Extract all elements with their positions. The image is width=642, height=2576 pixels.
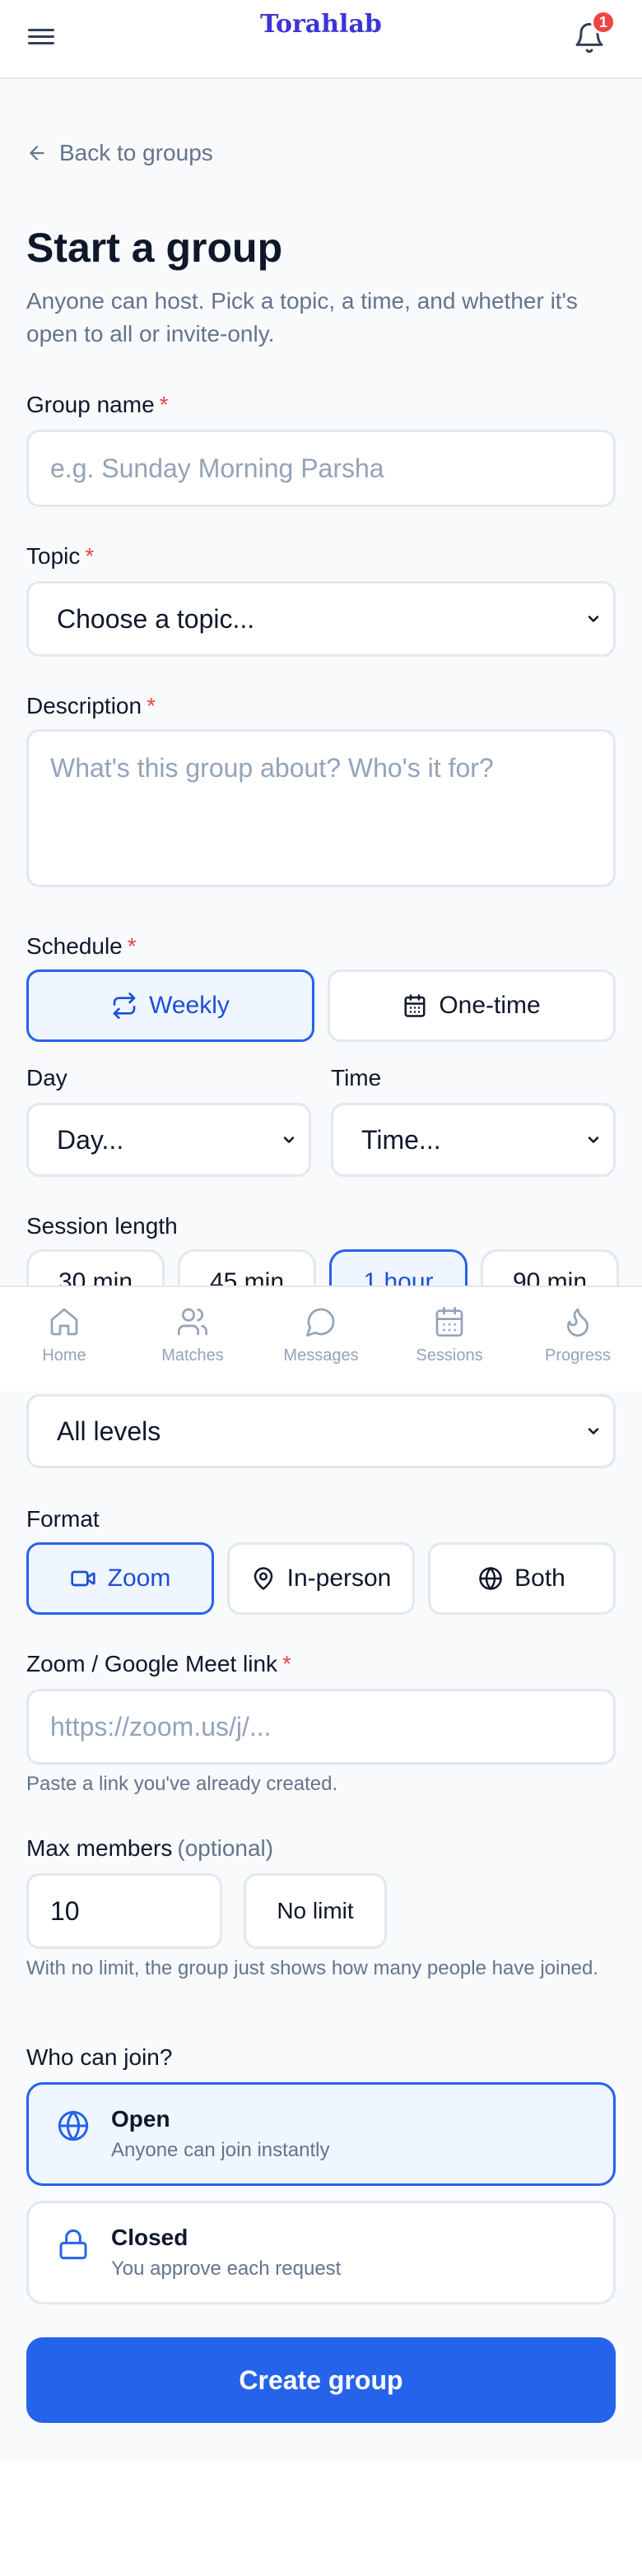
page-subtitle: Anyone can host. Pick a topic, a time, a… — [26, 288, 578, 346]
time-selected-value: Time... — [361, 1124, 441, 1155]
calendar-icon — [435, 1307, 463, 1337]
tab-progress[interactable]: Progress — [514, 1305, 642, 1365]
description-textarea[interactable]: What's this group about? Who's it for? — [26, 729, 616, 887]
format-both-button[interactable]: Both — [428, 1542, 616, 1615]
tab-progress-label: Progress — [544, 1346, 612, 1365]
level-selected-value: All levels — [57, 1416, 161, 1446]
format-in-person-button[interactable]: In-person — [227, 1542, 415, 1615]
schedule-one-time-label: One-time — [439, 992, 541, 1019]
back-to-groups-link[interactable]: Back to groups — [26, 140, 213, 166]
chevron-down-icon — [588, 1428, 599, 1434]
map-pin-icon — [254, 1567, 272, 1590]
format-both-label: Both — [514, 1565, 565, 1592]
topic-select[interactable]: Choose a topic... — [26, 581, 616, 657]
max-members-label: Max members (optional) — [26, 1835, 274, 1861]
time-select[interactable]: Time... — [331, 1103, 616, 1177]
join-option-open[interactable]: Open Anyone can join instantly — [26, 2082, 616, 2186]
calendar-icon — [404, 994, 426, 1017]
bottom-tab-bar: Home Matches Messages Sessions Progress — [0, 1286, 642, 1391]
globe-icon — [58, 2110, 89, 2141]
description-label: Description * — [26, 693, 156, 718]
home-icon — [50, 1308, 78, 1336]
schedule-one-time-button[interactable]: One-time — [328, 969, 616, 1042]
chevron-down-icon — [588, 1137, 599, 1143]
format-zoom-label: Zoom — [107, 1565, 171, 1592]
schedule-weekly-button[interactable]: Weekly — [26, 969, 314, 1042]
zoom-link-placeholder: https://zoom.us/j/... — [50, 1711, 272, 1741]
time-label: Time — [331, 1065, 382, 1090]
app-header: Torahlab 1 — [0, 0, 642, 79]
day-select[interactable]: Day... — [26, 1103, 311, 1177]
topic-selected-value: Choose a topic... — [57, 603, 255, 634]
description-placeholder: What's this group about? Who's it for? — [50, 753, 494, 783]
join-closed-title: Closed — [111, 2225, 188, 2250]
group-name-placeholder: e.g. Sunday Morning Parsha — [50, 453, 384, 483]
level-select[interactable]: All levels — [26, 1394, 616, 1468]
tab-matches[interactable]: Matches — [128, 1305, 257, 1365]
day-label: Day — [26, 1065, 67, 1090]
max-members-input[interactable]: 10 — [26, 1873, 222, 1949]
topic-label: Topic * — [26, 543, 95, 569]
no-limit-button[interactable]: No limit — [244, 1873, 387, 1949]
session-length-label: Session length — [26, 1213, 178, 1239]
format-in-person-label: In-person — [286, 1565, 392, 1592]
join-option-closed[interactable]: Closed You approve each request — [26, 2201, 616, 2304]
brand-logo[interactable]: Torahlab — [0, 10, 642, 39]
page-footer-space — [0, 2461, 642, 2576]
join-open-title: Open — [111, 2106, 170, 2132]
tab-messages-label: Messages — [283, 1346, 359, 1365]
lock-icon — [59, 2229, 87, 2260]
max-members-hint: With no limit, the group just shows how … — [26, 1957, 599, 1979]
day-selected-value: Day... — [57, 1124, 124, 1155]
tab-messages[interactable]: Messages — [257, 1305, 385, 1365]
notification-badge: 1 — [591, 10, 616, 35]
repeat-icon — [113, 993, 136, 1019]
tab-home[interactable]: Home — [0, 1305, 128, 1365]
group-name-label: Group name * — [26, 392, 169, 417]
format-zoom-button[interactable]: Zoom — [26, 1542, 214, 1615]
tab-sessions-label: Sessions — [416, 1346, 483, 1365]
schedule-weekly-label: Weekly — [149, 992, 230, 1019]
chevron-down-icon — [588, 616, 599, 622]
zoom-link-input[interactable]: https://zoom.us/j/... — [26, 1689, 616, 1765]
chevron-down-icon — [283, 1137, 295, 1143]
schedule-label: Schedule * — [26, 933, 137, 959]
max-members-value: 10 — [50, 1895, 80, 1926]
back-link-label: Back to groups — [59, 140, 213, 165]
tab-sessions[interactable]: Sessions — [385, 1305, 514, 1365]
who-can-join-label: Who can join? — [26, 2044, 173, 2070]
users-icon — [178, 1308, 208, 1336]
message-icon — [306, 1308, 335, 1337]
arrow-left-icon — [30, 146, 44, 160]
flame-icon — [567, 1308, 588, 1337]
globe-icon — [479, 1567, 502, 1590]
zoom-link-hint: Paste a link you've already created. — [26, 1773, 338, 1795]
create-group-button[interactable]: Create group — [26, 2337, 616, 2423]
group-name-input[interactable]: e.g. Sunday Morning Parsha — [26, 430, 616, 507]
video-icon — [70, 1570, 95, 1587]
no-limit-label: No limit — [277, 1898, 354, 1923]
format-label: Format — [26, 1506, 100, 1532]
tab-home-label: Home — [42, 1346, 86, 1365]
tab-matches-label: Matches — [161, 1346, 224, 1365]
page-title: Start a group — [26, 225, 283, 271]
zoom-link-label: Zoom / Google Meet link * — [26, 1651, 291, 1676]
join-open-subtitle: Anyone can join instantly — [111, 2139, 330, 2161]
join-closed-subtitle: You approve each request — [111, 2257, 342, 2280]
